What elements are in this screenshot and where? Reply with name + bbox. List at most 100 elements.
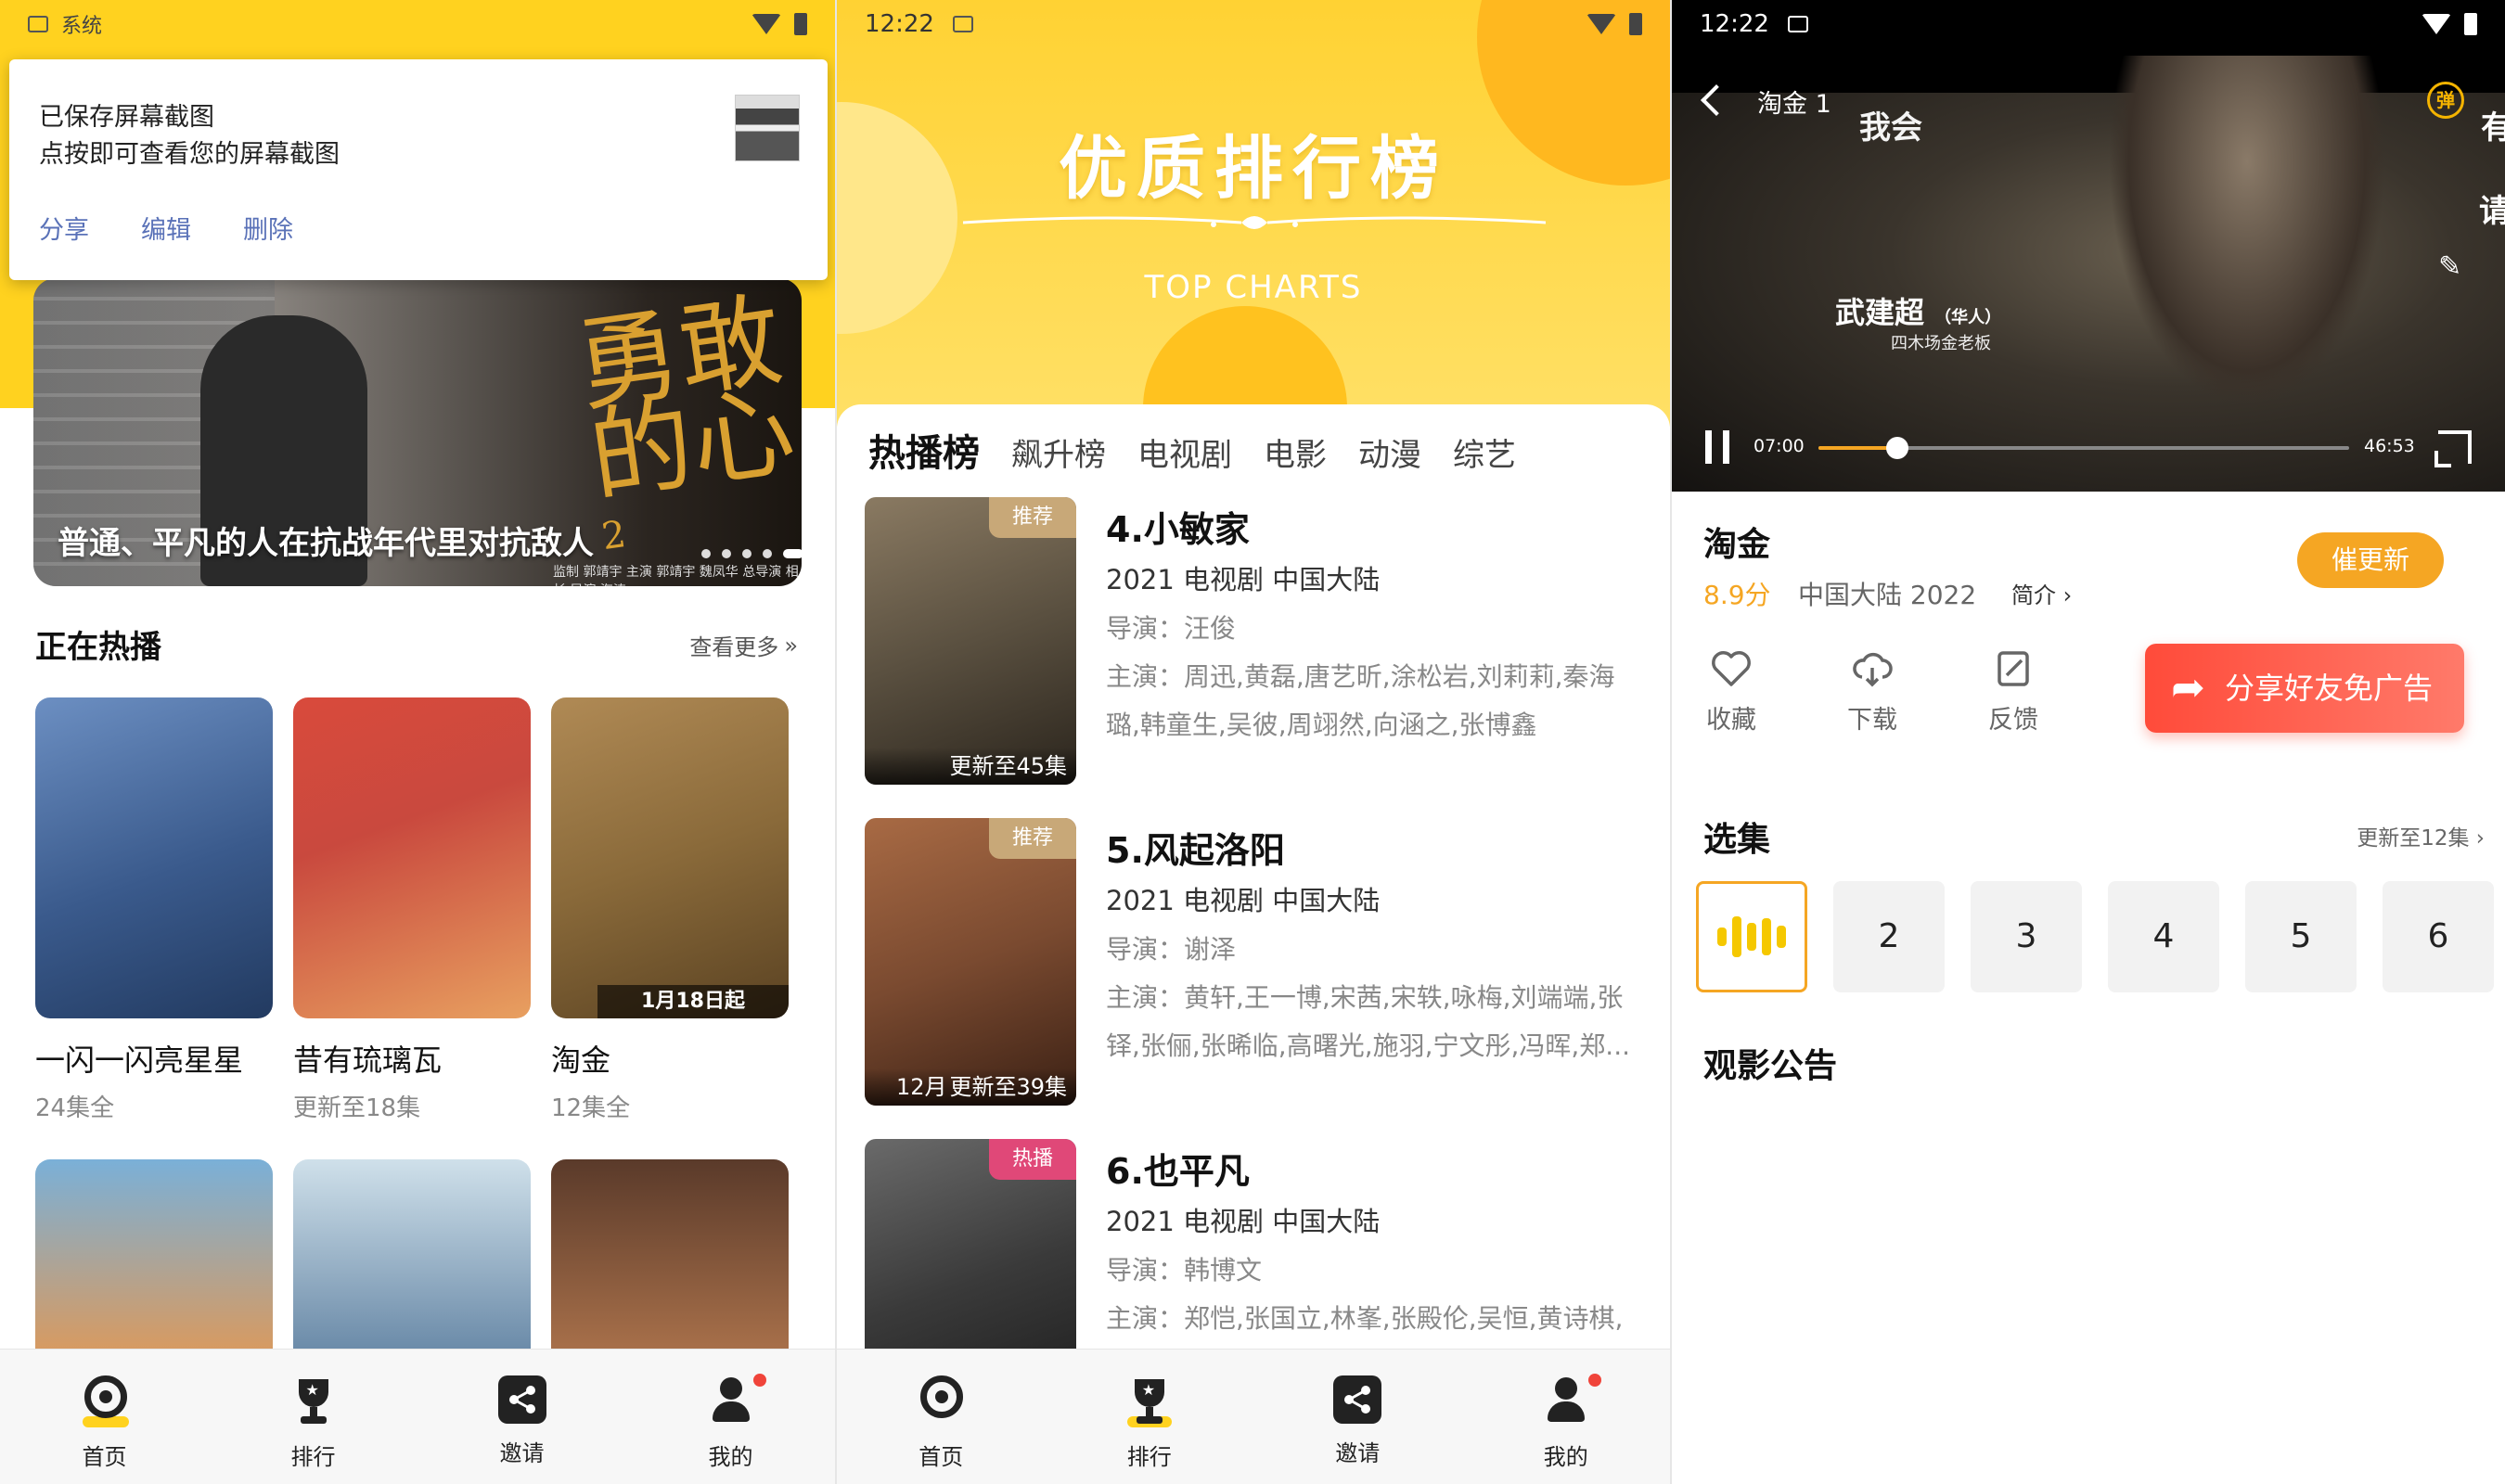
rank-title[interactable]: 6.也平凡: [1106, 1143, 1250, 1194]
show-poster[interactable]: [35, 697, 273, 1018]
rank-director: 导演：汪俊: [1106, 613, 1237, 644]
tab-tv[interactable]: 电视剧: [1137, 429, 1232, 475]
carousel-dots[interactable]: [701, 549, 802, 558]
danmu-text: 请: [2479, 193, 2505, 230]
tab-variety[interactable]: 综艺: [1453, 429, 1516, 475]
download-button[interactable]: 下载: [1835, 649, 1909, 736]
share-action[interactable]: 分享: [39, 210, 89, 246]
rank-meta: 2021 电视剧 中国大陆: [1106, 564, 1381, 595]
release-badge: 1月18日起: [597, 985, 789, 1018]
episode-count: 更新至45集: [865, 748, 1076, 785]
fullscreen-icon[interactable]: [2434, 430, 2472, 467]
share-icon: [1333, 1375, 1382, 1424]
tab-home[interactable]: 首页: [837, 1350, 1046, 1484]
carousel-dot-active[interactable]: [783, 549, 802, 558]
equalizer-bar: [1717, 928, 1727, 946]
tab-anime[interactable]: 动漫: [1358, 429, 1421, 475]
tab-label: 排行: [290, 1444, 336, 1470]
intro-link[interactable]: 简介 ›: [2011, 577, 2072, 609]
share-free-ads-button[interactable]: ➦ 分享好友免广告: [2145, 644, 2464, 733]
delete-action[interactable]: 删除: [243, 210, 293, 246]
list-item[interactable]: 推荐 更新至45集 4.小敏家 2021 电视剧 中国大陆 导演：汪俊 主演：周…: [865, 497, 1642, 785]
progress-bar[interactable]: [1818, 437, 2349, 459]
ranking-subtitle: TOP CHARTS: [1144, 269, 1363, 306]
tab-home[interactable]: 首页: [0, 1350, 209, 1484]
episode-playing[interactable]: [1696, 881, 1807, 992]
rank-poster[interactable]: 推荐 更新至45集: [865, 497, 1076, 785]
screenshot-thumbnail[interactable]: [735, 95, 800, 161]
rank-meta: 2021 电视剧 中国大陆: [1106, 885, 1381, 916]
notification-dot: [1587, 1374, 1601, 1387]
total-time: 46:53: [2364, 436, 2415, 456]
rank-cast: 主演：黄轩,王一博,宋茜,宋轶,咏梅,刘端端,张铎,张俪,张晞临,高曙光,施羽,…: [1106, 982, 1631, 1061]
danmu-text: 我会: [1859, 109, 1922, 147]
rank-title[interactable]: 4.小敏家: [1106, 501, 1250, 552]
tab-profile[interactable]: 我的: [626, 1350, 835, 1484]
episode-button[interactable]: 6: [2383, 881, 2494, 992]
tab-profile[interactable]: 我的: [1462, 1350, 1671, 1484]
action-label: 收藏: [1706, 706, 1756, 735]
image-icon: [952, 16, 973, 32]
user-icon: [705, 1374, 766, 1427]
ranking-screen: 12:22 优质排行榜 TOP CHARTS 热播榜 飙升榜 电视剧 电影 动漫…: [837, 0, 1670, 1484]
show-title[interactable]: 一闪一闪亮星星: [35, 1037, 243, 1080]
pause-icon[interactable]: [1705, 430, 1729, 464]
tab-ranking[interactable]: ★ 排行: [209, 1350, 418, 1484]
tab-invite[interactable]: 邀请: [1253, 1350, 1462, 1484]
tab-ranking[interactable]: ★ 排行: [1046, 1350, 1254, 1484]
favorite-button[interactable]: 收藏: [1694, 649, 1768, 736]
tag-badge: 推荐: [989, 818, 1076, 859]
rank-director: 导演：韩博文: [1106, 1255, 1263, 1286]
double-chevron-right-icon: »: [784, 632, 798, 659]
image-icon: [28, 16, 48, 32]
tab-rising[interactable]: 飙升榜: [1011, 429, 1106, 475]
carousel-dot[interactable]: [701, 549, 711, 558]
rank-poster[interactable]: 推荐 12月 更新至39集: [865, 818, 1076, 1106]
bottom-tab-bar: 首页 ★ 排行 邀请 我的: [0, 1349, 835, 1484]
show-title[interactable]: 昔有琉璃瓦: [293, 1037, 442, 1080]
carousel-dot[interactable]: [763, 549, 772, 558]
hero-banner[interactable]: 勇敢的心2 普通、平凡的人在抗战年代里对抗敌人 监制 郭靖宇 主演 郭靖宇 魏凤…: [33, 278, 802, 586]
tab-hot[interactable]: 热播榜: [868, 423, 980, 477]
status-bar: 12:22: [1672, 0, 2505, 48]
hero-credits: 监制 郭靖宇 主演 郭靖宇 魏凤华 总导演 相杉 导演 海涛: [553, 565, 799, 586]
episode-button[interactable]: 3: [1971, 881, 2082, 992]
poster-overlay-text: 12月: [896, 1074, 947, 1100]
see-more-link[interactable]: 查看更多 »: [689, 629, 798, 661]
home-icon: [79, 1375, 131, 1427]
feedback-button[interactable]: 反馈: [1976, 649, 2050, 736]
wifi-icon: [1586, 14, 1616, 34]
episode-button[interactable]: 5: [2245, 881, 2357, 992]
urge-update-button[interactable]: 催更新: [2297, 532, 2444, 588]
video-player[interactable]: 12:22 淘金 1 我会 有 请 弹 ✎ 武建超 （华人） 四木场金老板 07…: [1672, 0, 2505, 492]
show-poster[interactable]: 1月18日起: [551, 697, 789, 1018]
tab-label: 我的: [1543, 1444, 1588, 1470]
tab-label: 首页: [82, 1444, 127, 1470]
tab-invite[interactable]: 邀请: [418, 1350, 626, 1484]
rank-title[interactable]: 5.风起洛阳: [1106, 822, 1285, 873]
show-poster[interactable]: [293, 697, 531, 1018]
danmu-toggle-button[interactable]: 弹: [2427, 82, 2464, 119]
equalizer-bar: [1762, 918, 1771, 955]
status-time: 12:22: [1700, 10, 1769, 38]
episode-button[interactable]: 2: [1833, 881, 1945, 992]
status-label: 系统: [61, 15, 103, 38]
episodes-more-link[interactable]: 更新至12集 ›: [2357, 820, 2485, 851]
screenshot-notification[interactable]: 已保存屏幕截图 点按即可查看您的屏幕截图 分享 编辑 删除: [9, 59, 828, 280]
show-title[interactable]: 淘金: [551, 1037, 610, 1080]
video-title: 淘金 1: [1757, 90, 1831, 119]
home-icon: [915, 1375, 967, 1427]
rank-director: 导演：谢泽: [1106, 934, 1237, 965]
carousel-dot[interactable]: [742, 549, 752, 558]
episode-button[interactable]: 4: [2108, 881, 2219, 992]
pencil-icon[interactable]: ✎: [2438, 250, 2470, 283]
list-item[interactable]: 推荐 12月 更新至39集 5.风起洛阳 2021 电视剧 中国大陆 导演：谢泽 …: [865, 818, 1642, 1106]
carousel-dot[interactable]: [722, 549, 731, 558]
tab-movie[interactable]: 电影: [1264, 429, 1327, 475]
on-screen-name: 武建超 （华人）: [1835, 295, 2002, 330]
progress-handle[interactable]: [1886, 437, 1909, 459]
edit-action[interactable]: 编辑: [141, 210, 191, 246]
tab-label: 排行: [1126, 1444, 1172, 1470]
rank-cast: 主演：周迅,黄磊,唐艺昕,涂松岩,刘莉莉,秦海璐,韩童生,吴彼,周翊然,向涵之,…: [1106, 661, 1615, 740]
player-screen: 12:22 淘金 1 我会 有 请 弹 ✎ 武建超 （华人） 四木场金老板 07…: [1672, 0, 2505, 1484]
